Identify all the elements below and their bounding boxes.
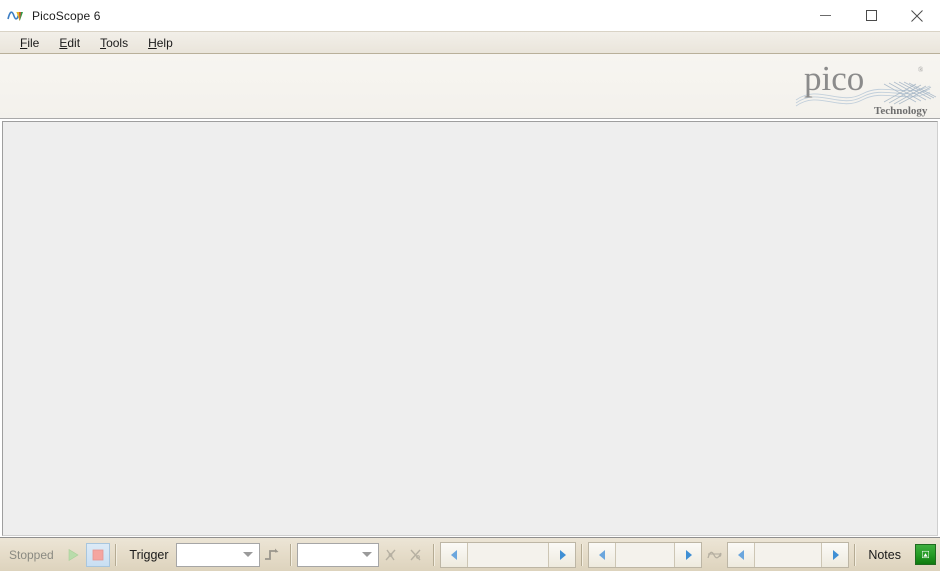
trigger-level-spinner[interactable] xyxy=(440,541,577,568)
arrow-left-icon xyxy=(598,549,605,560)
main-content-wrap xyxy=(0,119,940,537)
arrow-left-icon xyxy=(737,549,744,560)
status-label: Stopped xyxy=(9,547,54,562)
minimize-button[interactable] xyxy=(802,0,848,31)
notes-button[interactable] xyxy=(914,544,936,565)
close-icon xyxy=(911,9,923,22)
toolbar-separator-4 xyxy=(581,543,584,566)
toolbar-separator-1 xyxy=(115,543,118,566)
svg-text:®: ® xyxy=(918,66,924,74)
menu-item-tools[interactable]: Tools xyxy=(90,34,138,52)
pretrigger-decrement[interactable] xyxy=(589,542,616,567)
trigger-marker-falling-icon xyxy=(410,549,421,560)
stop-icon xyxy=(92,549,104,560)
rising-edge-trigger-icon xyxy=(265,548,279,560)
menu-edit-label: dit xyxy=(67,35,81,50)
chevron-down-icon xyxy=(361,552,372,557)
buffer-previous[interactable] xyxy=(728,542,755,567)
menu-file-label: ile xyxy=(27,35,40,50)
menu-help-label: elp xyxy=(156,35,173,50)
trigger-level-decrement[interactable] xyxy=(441,542,468,567)
toolbar-separator-5 xyxy=(854,543,857,566)
arrow-left-icon xyxy=(450,549,457,560)
menu-item-edit[interactable]: Edit xyxy=(49,34,90,52)
stop-capture-button[interactable] xyxy=(85,542,111,567)
trigger-marker-rising-icon xyxy=(385,549,396,560)
menu-item-file[interactable]: File xyxy=(10,34,49,52)
trigger-level-increment[interactable] xyxy=(549,542,576,567)
window-controls xyxy=(802,0,940,31)
trigger-label: Trigger xyxy=(129,547,169,562)
pretrigger-value[interactable] xyxy=(615,542,676,567)
bottom-toolbar: Stopped Trigger Notes xyxy=(0,537,940,571)
notes-label: Notes xyxy=(868,547,901,562)
trigger-level-value[interactable] xyxy=(467,542,550,567)
svg-text:pico: pico xyxy=(804,59,864,98)
window-title: PicoScope 6 xyxy=(32,8,101,23)
menu-bar: File Edit Tools Help xyxy=(0,31,940,54)
waveform-buffer-icon xyxy=(707,551,722,558)
minimize-icon xyxy=(819,15,831,16)
title-bar: PicoScope 6 xyxy=(0,0,940,31)
maximize-button[interactable] xyxy=(848,0,894,31)
notes-image-icon xyxy=(921,550,929,559)
svg-text:Technology: Technology xyxy=(874,105,928,117)
buffer-next[interactable] xyxy=(822,542,849,567)
branding-banner: pico ® Technology xyxy=(0,54,940,119)
arrow-right-icon xyxy=(685,549,692,560)
trigger-mode-combobox[interactable] xyxy=(175,542,260,567)
pretrigger-increment[interactable] xyxy=(675,542,702,567)
trigger-edge-button[interactable] xyxy=(260,543,285,567)
pico-technology-logo: pico ® Technology xyxy=(788,54,938,118)
arrow-right-icon xyxy=(832,549,839,560)
toolbar-separator-2 xyxy=(289,543,292,566)
buffer-value[interactable] xyxy=(754,542,823,567)
arrow-right-icon xyxy=(559,549,566,560)
maximize-icon xyxy=(865,10,877,21)
marker-tool-falling-button[interactable] xyxy=(404,543,429,567)
scope-display-area[interactable] xyxy=(2,121,938,536)
waveform-buffer-button[interactable] xyxy=(702,543,727,567)
close-button[interactable] xyxy=(894,0,940,31)
picoscope-window: PicoScope 6 File Edit Tools Help pico ® … xyxy=(0,0,940,571)
chevron-down-icon xyxy=(242,552,253,557)
play-icon xyxy=(68,548,79,561)
picoscope-waveform-icon xyxy=(7,7,24,24)
pretrigger-spinner[interactable] xyxy=(588,541,703,568)
menu-item-help[interactable]: Help xyxy=(138,34,183,52)
trigger-source-combobox[interactable] xyxy=(296,542,379,567)
menu-tools-label: ools xyxy=(106,35,129,50)
toolbar-separator-3 xyxy=(433,543,436,566)
buffer-navigation-spinner[interactable] xyxy=(727,541,850,568)
marker-tool-rising-button[interactable] xyxy=(379,543,404,567)
title-bar-left: PicoScope 6 xyxy=(0,7,100,24)
menu-help-mnemonic: H xyxy=(148,35,157,50)
start-capture-button[interactable] xyxy=(61,543,86,567)
